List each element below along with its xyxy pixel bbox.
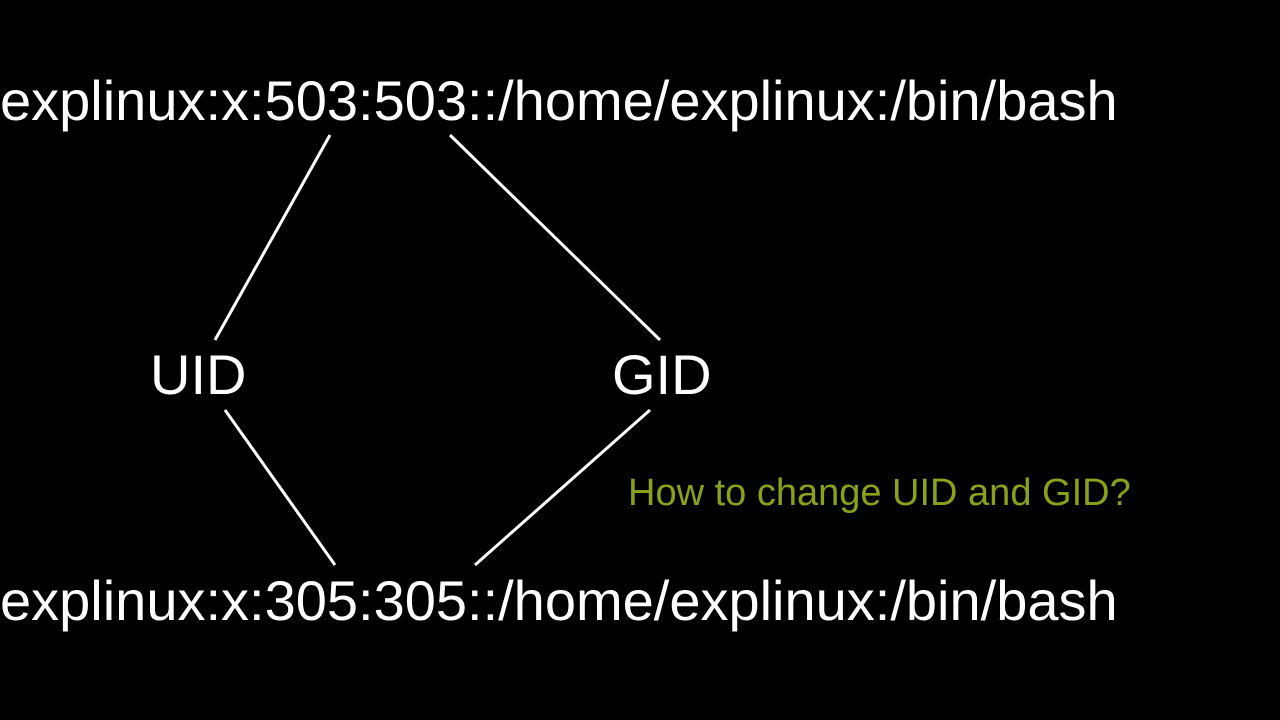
line-top-gid [450, 135, 660, 340]
gid-label: GID [612, 342, 712, 407]
question-text: How to change UID and GID? [628, 472, 1131, 515]
passwd-entry-bottom: explinux:x:305:305::/home/explinux:/bin/… [0, 568, 1118, 633]
line-top-uid [215, 135, 330, 340]
uid-label: UID [150, 342, 246, 407]
passwd-entry-top: explinux:x:503:503::/home/explinux:/bin/… [0, 68, 1118, 133]
line-bottom-gid [475, 410, 650, 565]
line-bottom-uid [225, 410, 335, 565]
